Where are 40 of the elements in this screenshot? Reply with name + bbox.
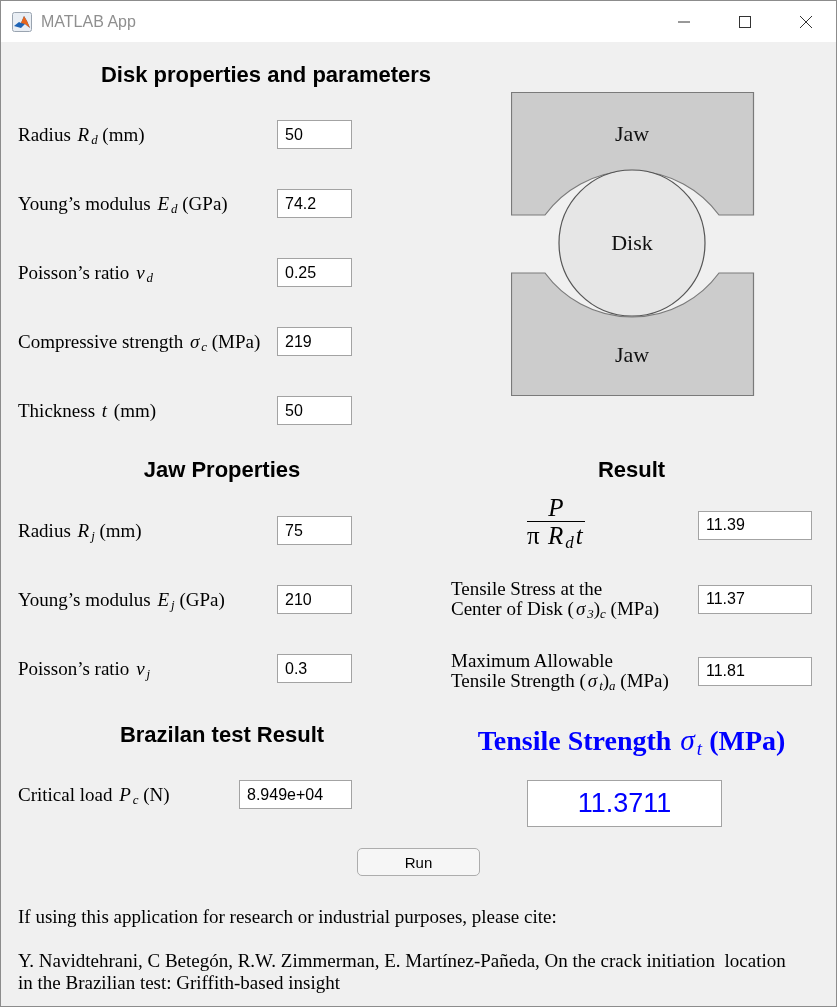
result-label: Tensile Stress at the Center of Disk (σ$_{3}$)$_{c}$ (MPa) [451, 579, 660, 619]
citation-note: If using this application for research or industrial purposes, please cite: [18, 907, 558, 927]
number-field[interactable]: 210 [277, 585, 352, 614]
field-label: Young’s modulus E$_{j}$ (GPa) [18, 588, 225, 611]
close-icon [800, 15, 812, 28]
number-field[interactable]: 0.25 [277, 258, 352, 287]
field-label: Radius R$_{j}$ (mm) [18, 519, 142, 542]
number-field[interactable]: 11.37 [698, 584, 812, 614]
number-field[interactable]: 75 [277, 516, 352, 545]
section-heading: Disk properties and parameters [100, 62, 432, 87]
field-label: Compressive strength σ$_{c}$ (MPa) [18, 330, 261, 353]
section-heading: Result [597, 457, 666, 482]
number-field[interactable]: 219 [277, 327, 352, 356]
number-field[interactable]: 11.39 [698, 510, 812, 540]
section-heading: Brazilan test Result [119, 722, 325, 747]
citation-reference: Y. Navidtehrani, C Betegón, R.W. Zimmerman, E. Martínez-Pañeda, On the crack initiation location in the Brazilian test: Griffith-based insight [18, 950, 787, 994]
number-field[interactable]: 0.3 [277, 654, 352, 683]
formula-text: P π R$_{d}$t [527, 493, 585, 549]
jaw-label: Jaw [614, 121, 650, 146]
jaw-label: Jaw [614, 342, 650, 367]
number-field[interactable]: 50 [277, 120, 352, 149]
app-logo-icon [12, 11, 32, 32]
run-button[interactable]: Run [357, 848, 480, 876]
field-label: Young’s modulus E$_{d}$ (GPa) [18, 192, 228, 215]
field-label: Poisson’s ratio ν$_{j}$ [18, 657, 151, 680]
field-label: Critical load P$_{c}$ (N) [18, 783, 170, 806]
section-heading: Jaw Properties [143, 457, 301, 482]
number-field[interactable]: 8.949e+04 [239, 780, 352, 809]
disk-label: Disk [611, 230, 653, 255]
tensile-strength-heading: Tensile Strength σ$_{t}$ (MPa) [477, 725, 786, 756]
number-field[interactable]: 50 [277, 396, 352, 425]
result-label: Maximum Allowable Tensile Strength (σ$_{t}$)$_{a}$ (MPa) [451, 651, 669, 691]
maximize-icon [739, 15, 751, 28]
number-field[interactable]: 11.81 [698, 656, 812, 686]
number-field[interactable]: 74.2 [277, 189, 352, 218]
field-label: Poisson’s ratio ν$_{d}$ [18, 261, 153, 284]
result-field[interactable]: 11.3711 [527, 780, 722, 827]
window-title: MATLAB App [41, 12, 136, 31]
field-label: Radius R$_{d}$ (mm) [18, 123, 145, 146]
field-label: Thickness t (mm) [18, 399, 157, 422]
